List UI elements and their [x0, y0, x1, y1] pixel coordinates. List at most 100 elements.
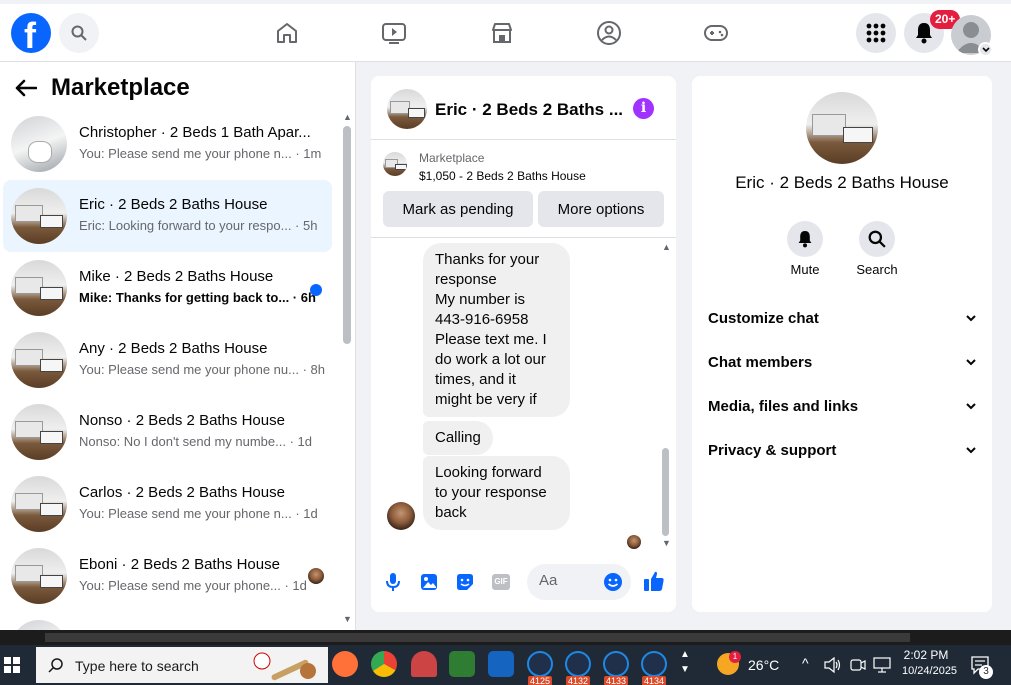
conversation-name: Any · 2 Beds 2 Baths House	[79, 340, 268, 357]
speaker-icon[interactable]	[824, 657, 842, 673]
remote-session-4125[interactable]	[527, 651, 553, 677]
scroll-up-arrow[interactable]: ▲	[343, 112, 352, 122]
conversation-item-carlos[interactable]: Carlos · 2 Beds 2 Baths House You: Pleas…	[3, 468, 332, 540]
conversation-item-eric[interactable]: Eric · 2 Beds 2 Baths House Eric: Lookin…	[3, 180, 332, 252]
message-bubble[interactable]: Looking forward to your response back	[423, 456, 570, 530]
listing-thumbnail	[11, 332, 67, 388]
chat-title[interactable]: Eric · 2 Beds 2 Baths ...	[435, 100, 623, 120]
privacy-support-section[interactable]: Privacy & support	[708, 428, 976, 472]
search-action[interactable]: Search	[847, 221, 907, 277]
seen-avatar	[308, 568, 324, 584]
chat-avatar[interactable]	[387, 89, 427, 129]
horizontal-scrollbar[interactable]	[45, 633, 910, 642]
remote-session-4132[interactable]	[565, 651, 591, 677]
thumbs-up-icon	[644, 571, 664, 591]
mute-action[interactable]: Mute	[775, 221, 835, 277]
chat-scrollbar[interactable]	[662, 448, 669, 536]
message-line: Calling	[435, 429, 481, 446]
gif-icon: GIF	[492, 574, 510, 590]
spreadsheet-app[interactable]	[449, 651, 475, 677]
taskbar-search-box[interactable]: Type here to search	[36, 647, 328, 683]
listing-thumbnail	[383, 152, 407, 176]
conversation-list-scrollbar[interactable]	[343, 126, 351, 344]
conversation-snippet: Mike: Thanks for getting back to... · 6h	[79, 290, 316, 305]
section-label: Customize chat	[708, 309, 819, 327]
chrome-app[interactable]	[371, 651, 397, 677]
account-menu-button[interactable]	[978, 42, 993, 57]
pinned-app[interactable]	[411, 651, 437, 677]
gaming-tab[interactable]	[702, 19, 730, 47]
chevron-down-icon	[966, 446, 976, 453]
remote-session-4133[interactable]	[603, 651, 629, 677]
listing-thumbnail	[11, 620, 67, 630]
conversation-item-mike[interactable]: Mike · 2 Beds 2 Baths House Mike: Thanks…	[3, 252, 332, 324]
conversation-item-eboni[interactable]: Eboni · 2 Beds 2 Baths House You: Please…	[3, 540, 332, 612]
facebook-logo[interactable]: f	[11, 13, 51, 56]
listing-price[interactable]: $1,050 - 2 Beds 2 Baths House	[419, 169, 586, 183]
conversation-item-any[interactable]: Any · 2 Beds 2 Baths House You: Please s…	[3, 324, 332, 396]
like-button[interactable]	[643, 570, 665, 592]
search-button[interactable]	[59, 13, 99, 53]
voice-clip-button[interactable]	[383, 572, 403, 592]
section-label: Media, files and links	[708, 397, 859, 415]
conversation-snippet: You: Please send me your phone nu... · 8…	[79, 362, 325, 377]
listing-thumbnail	[11, 476, 67, 532]
conversation-list-panel: Marketplace Christopher · 2 Beds 1 Bath …	[0, 62, 356, 630]
search-in-conversation-button[interactable]	[859, 221, 895, 257]
conversation-item-partial[interactable]	[3, 612, 332, 630]
shield-app[interactable]	[488, 651, 514, 677]
info-icon[interactable]: i	[633, 98, 654, 119]
chat-scroll-up-arrow[interactable]: ▲	[662, 242, 671, 252]
attach-photo-button[interactable]	[419, 572, 439, 592]
message-bubble[interactable]: Calling	[423, 421, 493, 455]
mark-as-pending-button[interactable]: Mark as pending	[383, 191, 533, 227]
clock-time: 2:02 PM	[903, 648, 949, 662]
conversation-name: Mike · 2 Beds 2 Baths House	[79, 268, 274, 285]
app-badge: 4134	[642, 676, 667, 685]
message-line: to your response	[435, 484, 547, 501]
camera-icon[interactable]	[850, 657, 866, 673]
mute-button[interactable]	[787, 221, 823, 257]
remote-session-4134[interactable]	[641, 651, 667, 677]
message-input[interactable]	[539, 572, 599, 589]
page-title: Marketplace	[51, 74, 190, 101]
home-icon	[277, 23, 297, 43]
marketplace-tab[interactable]	[488, 19, 516, 47]
game-controller-icon	[704, 25, 728, 41]
more-options-button[interactable]: More options	[538, 191, 664, 227]
app-badge: 4133	[604, 676, 629, 685]
conversation-snippet: You: Please send me your phone... · 1d	[79, 578, 307, 593]
section-label: Privacy & support	[708, 441, 837, 459]
sender-avatar[interactable]	[387, 502, 415, 530]
start-button[interactable]	[4, 657, 20, 678]
menu-button[interactable]	[856, 13, 896, 53]
customize-chat-section[interactable]: Customize chat	[708, 296, 976, 340]
show-hidden-icons-chevron-icon[interactable]: ^	[802, 655, 809, 671]
chat-header: Eric · 2 Beds 2 Baths ... i	[371, 76, 676, 140]
media-files-links-section[interactable]: Media, files and links	[708, 384, 976, 428]
emoji-icon[interactable]	[603, 572, 623, 592]
groups-tab[interactable]	[595, 19, 623, 47]
conversation-item-christopher[interactable]: Christopher · 2 Beds 1 Bath Apar... You:…	[3, 108, 332, 180]
scroll-down-arrow[interactable]: ▼	[343, 614, 352, 624]
chat-members-section[interactable]: Chat members	[708, 340, 976, 384]
network-icon[interactable]	[873, 657, 891, 673]
gif-button[interactable]: GIF	[491, 572, 511, 592]
chat-profile-picture[interactable]	[806, 92, 878, 164]
read-receipt-avatar	[627, 535, 641, 549]
message-bubble[interactable]: Thanks for your response My number is 44…	[423, 243, 570, 417]
sticker-button[interactable]	[455, 572, 475, 592]
clock[interactable]: 2:02 PM 10/24/2025	[902, 648, 958, 677]
temperature[interactable]: 26°C	[748, 657, 779, 673]
firefox-app[interactable]	[332, 651, 358, 677]
bell-icon	[798, 231, 812, 248]
back-arrow-icon[interactable]	[15, 79, 37, 97]
message-input-container[interactable]	[527, 564, 631, 600]
home-tab[interactable]	[273, 19, 301, 47]
video-tab[interactable]	[380, 19, 408, 47]
message-line: response	[435, 271, 497, 288]
chat-scroll-down-arrow[interactable]: ▼	[662, 538, 671, 548]
conversation-item-nonso[interactable]: Nonso · 2 Beds 2 Baths House Nonso: No I…	[3, 396, 332, 468]
clock-date: 10/24/2025	[902, 665, 958, 677]
taskbar-overflow-arrows[interactable]: ▲ ▼	[680, 647, 690, 677]
